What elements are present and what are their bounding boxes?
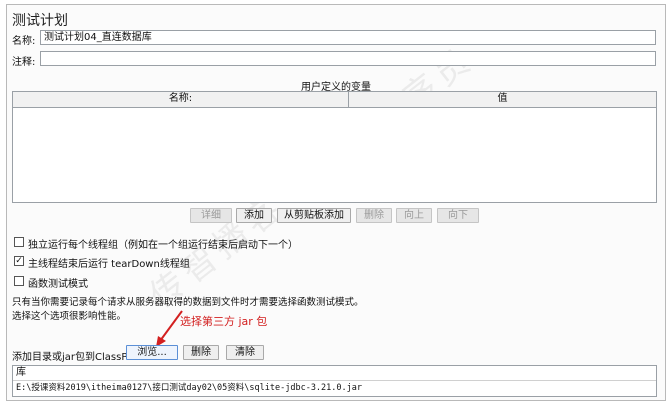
delete-button[interactable]: 删除 xyxy=(356,208,392,223)
add-button[interactable]: 添加 xyxy=(236,208,272,223)
library-header: 库 xyxy=(13,366,656,381)
functional-mode-checkbox[interactable] xyxy=(14,276,24,286)
annotation-text: 选择第三方 jar 包 xyxy=(180,315,268,328)
user-vars-table[interactable]: 名称: 值 xyxy=(12,91,657,203)
teardown-checkbox[interactable]: ✓ xyxy=(14,256,24,266)
library-row[interactable]: E:\授课资料2019\itheima0127\接口测试day02\05资料\s… xyxy=(13,381,656,395)
comment-label: 注释: xyxy=(12,57,36,68)
library-table[interactable]: 库 E:\授课资料2019\itheima0127\接口测试day02\05资料… xyxy=(12,365,657,397)
detail-button[interactable]: 详细 xyxy=(190,208,232,223)
name-label: 名称: xyxy=(12,36,36,47)
performance-note: 选择这个选项很影响性能。 xyxy=(12,311,127,322)
browse-button[interactable]: 浏览... xyxy=(126,345,178,360)
classpath-label: 添加目录或jar包到ClassPath xyxy=(12,352,144,363)
user-vars-header: 名称: 值 xyxy=(13,92,656,108)
classpath-delete-button[interactable]: 删除 xyxy=(183,345,219,360)
run-groups-checkbox[interactable] xyxy=(14,237,24,247)
add-from-clipboard-button[interactable]: 从剪贴板添加 xyxy=(277,208,351,223)
teardown-label: 主线程结束后运行 tearDown线程组 xyxy=(28,259,190,270)
down-button[interactable]: 向下 xyxy=(437,208,479,223)
column-value-header[interactable]: 值 xyxy=(349,92,656,107)
comment-input[interactable] xyxy=(40,51,656,66)
run-groups-label: 独立运行每个线程组（例如在一个组运行结束后启动下一个） xyxy=(28,240,298,251)
page-title: 测试计划 xyxy=(12,13,68,29)
functional-mode-label: 函数测试模式 xyxy=(28,279,88,290)
name-input[interactable]: 测试计划04_直连数据库 xyxy=(40,30,656,45)
classpath-clear-button[interactable]: 清除 xyxy=(226,345,264,360)
up-button[interactable]: 向上 xyxy=(396,208,432,223)
column-name-header[interactable]: 名称: xyxy=(13,92,348,107)
